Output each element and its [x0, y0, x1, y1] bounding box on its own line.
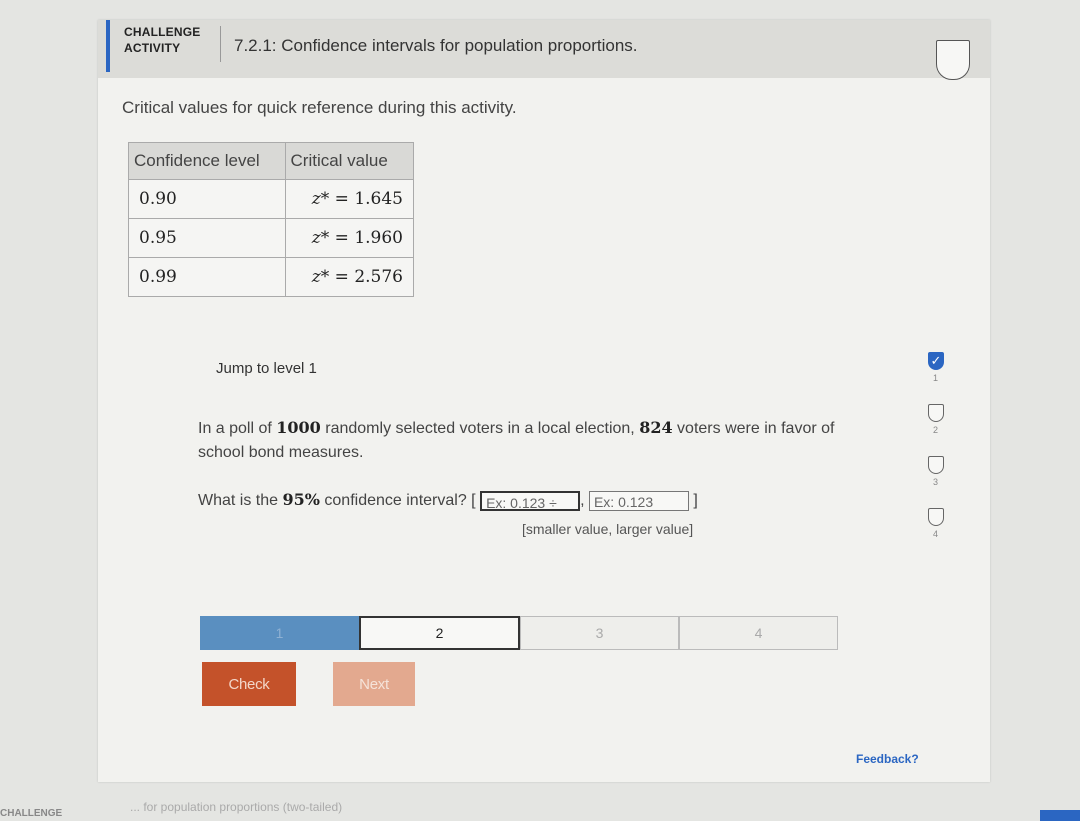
z-symbol: z*	[311, 228, 330, 248]
next-activity-label: CHALLENGE	[0, 808, 63, 819]
critical-values-caption: Critical values for quick reference duri…	[122, 98, 517, 117]
col-confidence-level: Confidence level	[128, 142, 286, 180]
confidence-level-cell: 0.95	[128, 218, 286, 258]
sample-size: 1000	[276, 418, 321, 437]
col-critical-value: Critical value	[284, 142, 415, 180]
ci-suffix: confidence interval? [	[319, 492, 476, 509]
ci-close-bracket: ]	[693, 492, 698, 509]
level-number: 3	[933, 477, 939, 487]
activity-status-icon	[936, 40, 970, 80]
critical-value-cell: z* = 1.960	[284, 218, 415, 258]
question-part2: randomly selected voters in a local elec…	[320, 420, 640, 437]
footer-accent	[1040, 810, 1080, 821]
checkmark-icon: ✓	[928, 352, 944, 370]
level-indicator-1[interactable]: ✓ 1	[928, 352, 946, 383]
next-button[interactable]: Next	[333, 662, 415, 706]
progress-segment-3[interactable]: 3	[520, 616, 679, 650]
critical-value-cell: z* = 1.645	[284, 179, 415, 219]
ci-prefix: What is the	[198, 492, 283, 509]
label-line2: ACTIVITY	[124, 41, 181, 55]
level-box-icon	[928, 456, 944, 474]
next-activity-title: ... for population proportions (two-tail…	[130, 800, 343, 814]
level-indicators: ✓ 1 2 3 4	[928, 352, 952, 560]
table-row: 0.99 z* = 2.576	[128, 257, 415, 297]
critical-value: = 1.645	[334, 189, 403, 209]
level-box-icon	[928, 404, 944, 422]
spinner-icon[interactable]: ÷	[549, 495, 557, 511]
level-number: 4	[933, 529, 939, 539]
critical-value-cell: z* = 2.576	[284, 257, 415, 297]
level-number: 2	[933, 425, 939, 435]
table-row: 0.90 z* = 1.645	[128, 179, 415, 219]
ci-input-hint: [smaller value, larger value]	[522, 521, 694, 537]
question-text: In a poll of 1000 randomly selected vote…	[198, 416, 848, 465]
critical-value: = 2.576	[334, 267, 403, 287]
label-line1: CHALLENGE	[124, 25, 201, 39]
level-box-icon	[928, 508, 944, 526]
question-part1: In a poll of	[198, 420, 277, 437]
upper-bound-placeholder: Ex: 0.123	[593, 493, 654, 510]
accent-bar	[106, 20, 110, 72]
feedback-link[interactable]: Feedback?	[856, 752, 919, 766]
level-indicator-3[interactable]: 3	[928, 456, 946, 487]
confidence-level-cell: 0.99	[128, 257, 286, 297]
level-indicator-4[interactable]: 4	[928, 508, 946, 539]
progress-segment-2[interactable]: 2	[359, 616, 520, 650]
activity-title: 7.2.1: Confidence intervals for populati…	[234, 36, 638, 55]
header-divider	[220, 26, 221, 62]
lower-bound-input[interactable]: Ex: 0.123 ÷	[480, 490, 581, 511]
table-row: 0.95 z* = 1.960	[128, 218, 415, 258]
upper-bound-input[interactable]: Ex: 0.123	[588, 490, 689, 511]
jump-to-level-link[interactable]: Jump to level 1	[216, 360, 317, 377]
z-symbol: z*	[311, 189, 330, 209]
progress-segment-4[interactable]: 4	[679, 616, 838, 650]
ci-comma: ,	[580, 492, 585, 509]
activity-type-label: CHALLENGE ACTIVITY	[124, 24, 200, 56]
z-symbol: z*	[311, 267, 330, 287]
critical-values-table: Confidence level Critical value 0.90 z* …	[128, 142, 415, 297]
progress-segment-1[interactable]: 1	[200, 616, 359, 650]
level-progress-bar: 1 2 3 4	[200, 616, 838, 650]
level-number: 1	[933, 373, 939, 383]
confidence-level-cell: 0.90	[128, 179, 286, 219]
critical-value: = 1.960	[334, 228, 403, 248]
ci-percent: 95%	[282, 490, 320, 509]
table-header-row: Confidence level Critical value	[128, 142, 415, 180]
level-indicator-2[interactable]: 2	[928, 404, 946, 435]
lower-bound-placeholder: Ex: 0.123	[486, 494, 546, 511]
activity-header: CHALLENGE ACTIVITY 7.2.1: Confidence int…	[98, 20, 990, 78]
check-button[interactable]: Check	[202, 662, 296, 706]
success-count: 824	[639, 418, 673, 437]
confidence-interval-prompt: What is the 95% confidence interval? [ E…	[198, 490, 698, 511]
